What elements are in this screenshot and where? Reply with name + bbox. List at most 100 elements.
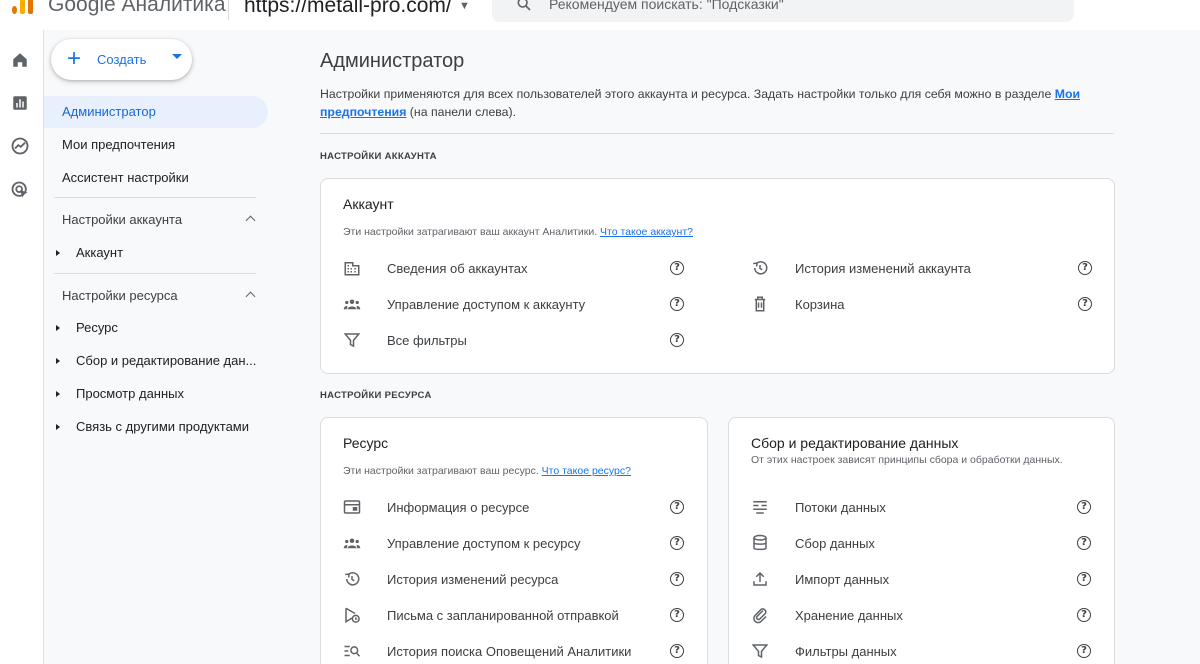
sidebar-item-label: Связь с другими продуктами: [76, 419, 249, 434]
account-details-row[interactable]: Сведения об аккаунтах ?: [343, 252, 687, 284]
create-label: Создать: [97, 52, 147, 67]
row-label: Хранение данных: [795, 608, 903, 623]
help-icon[interactable]: ?: [670, 500, 684, 514]
row-label: Фильтры данных: [795, 644, 897, 659]
explore-icon[interactable]: [9, 135, 31, 157]
data-collection-row[interactable]: Сбор данных ?: [751, 527, 1095, 559]
help-icon[interactable]: ?: [1077, 500, 1091, 514]
plus-icon: +: [67, 45, 82, 72]
search-icon: [517, 0, 531, 11]
insights-search-history-row[interactable]: История поиска Оповещений Аналитики ?: [343, 635, 687, 664]
account-access-row[interactable]: Управление доступом к аккаунту ?: [343, 288, 687, 320]
create-button[interactable]: + Создать: [51, 39, 192, 80]
sidebar-item-data-collection[interactable]: Сбор и редактирование дан...: [44, 345, 268, 377]
sidebar-item-preferences[interactable]: Мои предпочтения: [44, 129, 268, 161]
sidebar-item-account[interactable]: Аккаунт: [44, 237, 268, 269]
sidebar-item-data-display[interactable]: Просмотр данных: [44, 378, 268, 410]
property-history-row[interactable]: История изменений ресурса ?: [343, 563, 687, 595]
help-icon[interactable]: ?: [1077, 608, 1091, 622]
app-name: Google Аналитика: [48, 0, 226, 16]
analytics-logo-icon[interactable]: [6, 0, 34, 14]
card-subtitle-text: Эти настройки затрагивают ваш аккаунт Ан…: [343, 226, 601, 238]
card-title: Сбор и редактирование данных: [751, 435, 959, 451]
intro-text: Настройки применяются для всех пользоват…: [320, 85, 1120, 121]
intro-tail: (на панели слева).: [406, 105, 517, 119]
row-label: История изменений ресурса: [387, 572, 559, 587]
property-caret-icon[interactable]: ▼: [459, 0, 470, 12]
account-card: Аккаунт Эти настройки затрагивают ваш ак…: [320, 178, 1115, 374]
all-filters-row[interactable]: Все фильтры ?: [343, 324, 687, 356]
help-icon[interactable]: ?: [1077, 572, 1091, 586]
trash-icon: [754, 296, 766, 312]
property-selector[interactable]: https://metall-pro.com/: [244, 0, 452, 18]
help-icon[interactable]: ?: [1078, 297, 1092, 311]
dropdown-caret-icon: [172, 54, 182, 59]
what-is-account-link[interactable]: Что такое аккаунт?: [600, 226, 693, 238]
help-icon[interactable]: ?: [670, 608, 684, 622]
help-icon[interactable]: ?: [670, 333, 684, 347]
header-divider: [228, 0, 229, 20]
sidebar-item-admin[interactable]: Администратор: [44, 96, 268, 128]
row-label: История изменений аккаунта: [795, 261, 971, 276]
help-icon[interactable]: ?: [1078, 261, 1092, 275]
caret-right-icon: [56, 250, 60, 256]
history-icon: [345, 572, 360, 586]
database-icon: [753, 534, 767, 551]
help-icon[interactable]: ?: [670, 297, 684, 311]
group-icon: [343, 299, 361, 310]
sidebar-item-product-links[interactable]: Связь с другими продуктами: [44, 411, 268, 443]
chevron-up-icon: [245, 291, 256, 302]
intro-body: Настройки применяются для всех пользоват…: [320, 87, 1055, 101]
row-label: Сбор данных: [795, 536, 875, 551]
help-icon[interactable]: ?: [670, 536, 684, 550]
sidebar-item-property[interactable]: Ресурс: [44, 312, 268, 344]
trash-row[interactable]: Корзина ?: [751, 288, 1095, 320]
sidebar-item-label: Аккаунт: [76, 245, 124, 260]
data-retention-row[interactable]: Хранение данных ?: [751, 599, 1095, 631]
help-icon[interactable]: ?: [1077, 644, 1091, 658]
streams-icon: [753, 501, 767, 514]
card-subtitle: От этих настроек зависят принципы сбора …: [751, 454, 1063, 466]
property-settings-section[interactable]: Настройки ресурса: [44, 280, 268, 312]
card-title: Ресурс: [343, 435, 389, 451]
row-label: Корзина: [795, 297, 845, 312]
filter-icon: [751, 644, 769, 659]
sidebar-item-setup-assistant[interactable]: Ассистент настройки: [44, 162, 268, 194]
row-label: Сведения об аккаунтах: [387, 261, 528, 276]
sidebar-item-label: Просмотр данных: [76, 386, 184, 401]
scheduled-emails-row[interactable]: Письма с запланированной отправкой ?: [343, 599, 687, 631]
row-label: История поиска Оповещений Аналитики: [387, 644, 632, 659]
data-import-row[interactable]: Импорт данных ?: [751, 563, 1095, 595]
divider: [320, 133, 1114, 134]
account-history-row[interactable]: История изменений аккаунта ?: [751, 252, 1095, 284]
row-label: Письма с запланированной отправкой: [387, 608, 619, 623]
help-icon[interactable]: ?: [1077, 536, 1091, 550]
what-is-property-link[interactable]: Что такое ресурс?: [542, 465, 631, 477]
help-icon[interactable]: ?: [670, 261, 684, 275]
reports-icon[interactable]: [9, 92, 31, 114]
help-icon[interactable]: ?: [670, 572, 684, 586]
top-bar: Google Аналитика https://metall-pro.com/…: [0, 0, 1200, 30]
account-settings-section[interactable]: Настройки аккаунта: [44, 204, 268, 236]
account-settings-title: Настройки аккаунта: [62, 212, 183, 227]
home-icon[interactable]: [9, 49, 31, 71]
search-box[interactable]: Рекомендуем поискать: "Подсказки": [492, 0, 1074, 22]
help-icon[interactable]: ?: [670, 644, 684, 658]
property-settings-heading: НАСТРОЙКИ РЕСУРСА: [320, 390, 432, 401]
data-filters-row[interactable]: Фильтры данных ?: [751, 635, 1095, 664]
property-card: Ресурс Эти настройки затрагивают ваш рес…: [320, 417, 708, 664]
caret-right-icon: [56, 325, 60, 331]
sidebar-divider: [54, 197, 256, 198]
caret-right-icon: [56, 391, 60, 397]
data-streams-row[interactable]: Потоки данных ?: [751, 491, 1095, 523]
card-subtitle: Эти настройки затрагивают ваш аккаунт Ан…: [343, 223, 693, 241]
property-access-row[interactable]: Управление доступом к ресурсу ?: [343, 527, 687, 559]
property-details-row[interactable]: Информация о ресурсе ?: [343, 491, 687, 523]
row-label: Все фильтры: [387, 333, 467, 348]
filter-icon: [343, 333, 361, 348]
data-collection-card: Сбор и редактирование данных От этих нас…: [728, 417, 1115, 664]
advertising-icon[interactable]: [9, 179, 31, 201]
caret-right-icon: [56, 358, 60, 364]
caret-right-icon: [56, 424, 60, 430]
card-subtitle: Эти настройки затрагивают ваш ресурс. Чт…: [343, 462, 631, 480]
